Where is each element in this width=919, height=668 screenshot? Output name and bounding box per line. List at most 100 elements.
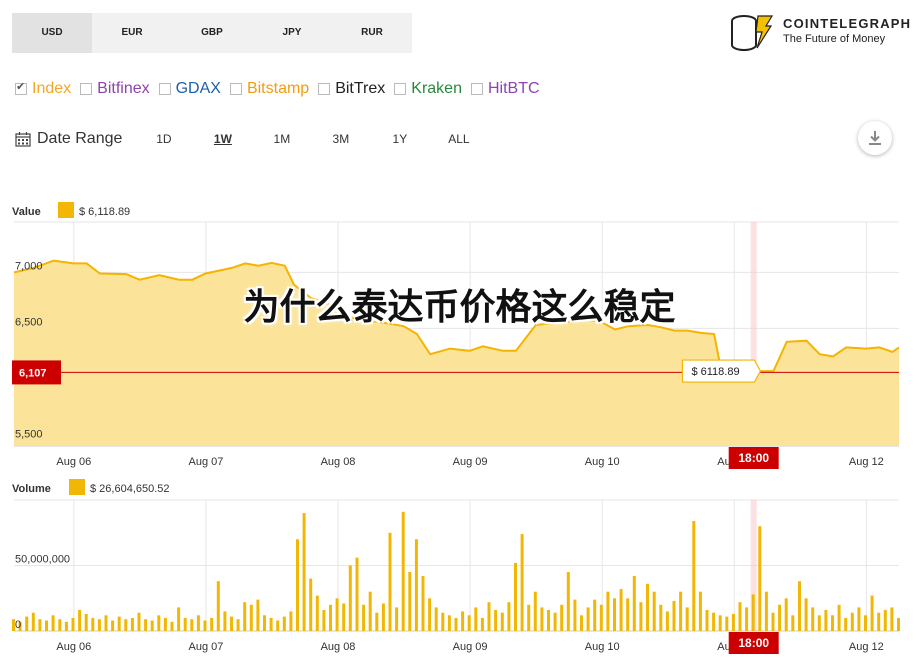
volume-bar [844,617,848,631]
volume-bar [646,583,649,631]
volume-bar [58,619,62,631]
volume-bar [375,612,379,631]
volume-bar [857,607,861,631]
volume-legend-label: Volume [12,483,51,495]
volume-bar [203,620,207,631]
volume-y-tick: 50,000,000 [15,554,70,566]
volume-bar [817,615,821,631]
volume-bar [533,591,537,631]
value-legend-label: Value [12,206,41,218]
volume-bar [25,616,29,631]
volume-bar [580,615,583,631]
volume-bar [632,576,636,631]
overlay-title: 为什么泰达币价格这么稳定 [243,287,676,328]
volume-bar [764,591,768,631]
value-x-tick: Aug 12 [849,456,884,468]
volume-bar [659,604,663,631]
volume-bar [877,612,881,631]
volume-bar [137,612,141,631]
value-y-tick: 5,500 [15,428,43,440]
volume-bar [315,595,319,631]
volume-bar [230,616,233,631]
volume-bar [613,598,616,632]
volume-bar [672,600,676,631]
volume-bar [870,595,874,631]
volume-bar [97,619,101,631]
volume-bar [698,591,702,631]
volume-bar [190,619,194,631]
volume-bar [434,607,438,631]
volume-bar [811,607,815,631]
volume-x-tick: Aug 07 [188,641,223,653]
volume-bar [368,591,372,631]
volume-bar [652,591,656,631]
volume-bars [12,511,900,632]
volume-legend-swatch [69,479,85,495]
volume-bar [778,604,782,631]
volume-bar [414,539,418,631]
value-x-tick: Aug 07 [188,456,223,468]
volume-bar [738,602,742,631]
volume-bar [626,598,630,632]
volume-x-tick: Aug 08 [321,641,356,653]
volume-bar [560,604,564,631]
volume-bar [527,604,531,631]
volume-bar [84,614,88,631]
value-y-tick: 7,000 [15,260,43,272]
volume-bar [348,565,352,631]
volume-bar [183,617,187,631]
volume-bar [784,598,788,632]
volume-bar [428,598,432,632]
volume-bar [679,591,683,631]
value-crosshair-time-label: 18:00 [738,451,769,465]
volume-bar [831,615,834,631]
volume-bar [890,607,894,631]
volume-bar [296,539,299,631]
volume-bar [243,602,247,631]
volume-bar [335,598,339,632]
volume-bar [388,532,392,632]
volume-bar [38,619,42,631]
volume-bar [322,610,326,631]
volume-bar [487,602,491,631]
volume-bar [771,612,775,631]
volume-bar [500,612,504,631]
volume-bar [731,614,735,631]
volume-bar [355,557,359,631]
volume-crosshair-time-label: 18:00 [738,636,769,650]
volume-bar [798,581,801,631]
volume-bar [150,620,154,631]
volume-bar [454,617,458,631]
volume-bar [163,617,167,631]
volume-bar [639,602,643,631]
volume-bar [236,619,240,631]
price-tooltip-text: $ 6118.89 [691,366,739,378]
volume-bar [837,604,841,631]
volume-bar [144,619,148,631]
volume-bar [329,604,332,631]
volume-bar [665,611,669,631]
volume-bar [395,607,399,631]
volume-bar [494,610,498,631]
volume-bar [71,617,75,631]
volume-bar [461,611,465,631]
value-legend-value: $ 6,118.89 [79,206,130,218]
volume-x-tick: Aug 06 [56,641,91,653]
volume-bar [745,607,749,631]
volume-bar [170,621,174,631]
volume-bar [751,594,755,631]
volume-bar [791,615,795,631]
volume-bar [447,615,451,631]
value-legend-swatch [58,202,74,218]
volume-bar [573,599,577,631]
volume-x-tick: Aug 09 [453,641,488,653]
volume-bar [712,612,716,631]
volume-bar [309,578,313,631]
volume-bar [566,572,570,631]
volume-bar [421,576,425,631]
volume-bar [824,610,828,631]
volume-bar [91,617,95,631]
volume-bar [606,591,610,631]
volume-bar [216,581,220,631]
value-x-tick: Aug 06 [56,456,91,468]
